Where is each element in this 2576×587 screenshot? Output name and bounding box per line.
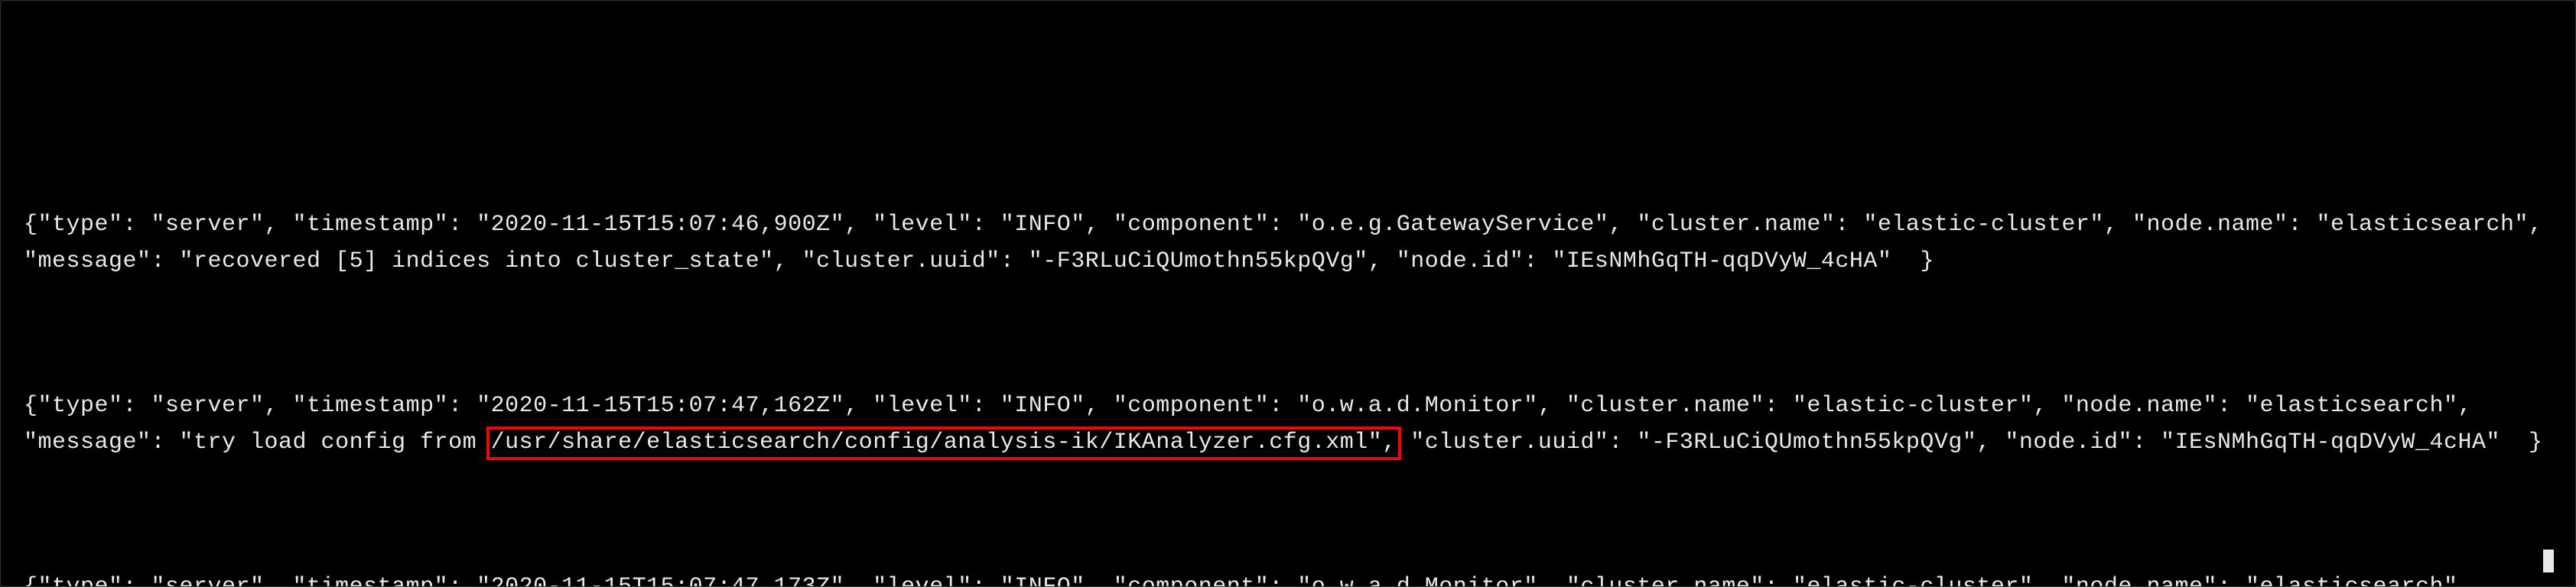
log-text: /usr/share/elasticsearch/config/analysis…: [491, 430, 1397, 456]
truncated-previous-line: sticsearch", "message": "[Dict Loading] …: [24, 89, 2552, 99]
log-entry: {"type": "server", "timestamp": "2020-11…: [24, 388, 2552, 461]
terminal-pane[interactable]: sticsearch", "message": "[Dict Loading] …: [0, 0, 2576, 587]
log-text: {"type": "server", "timestamp": "2020-11…: [24, 574, 2529, 587]
log-text: {"type": "server", "timestamp": "2020-11…: [24, 212, 2557, 274]
log-entry: {"type": "server", "timestamp": "2020-11…: [24, 569, 2552, 587]
text-cursor: [2543, 550, 2554, 572]
highlighted-path: /usr/share/elasticsearch/config/analysis…: [491, 425, 1397, 461]
log-entry: {"type": "server", "timestamp": "2020-11…: [24, 207, 2552, 280]
log-text: "cluster.uuid": "-F3RLuCiQUmothn55kpQVg"…: [1397, 430, 2543, 456]
